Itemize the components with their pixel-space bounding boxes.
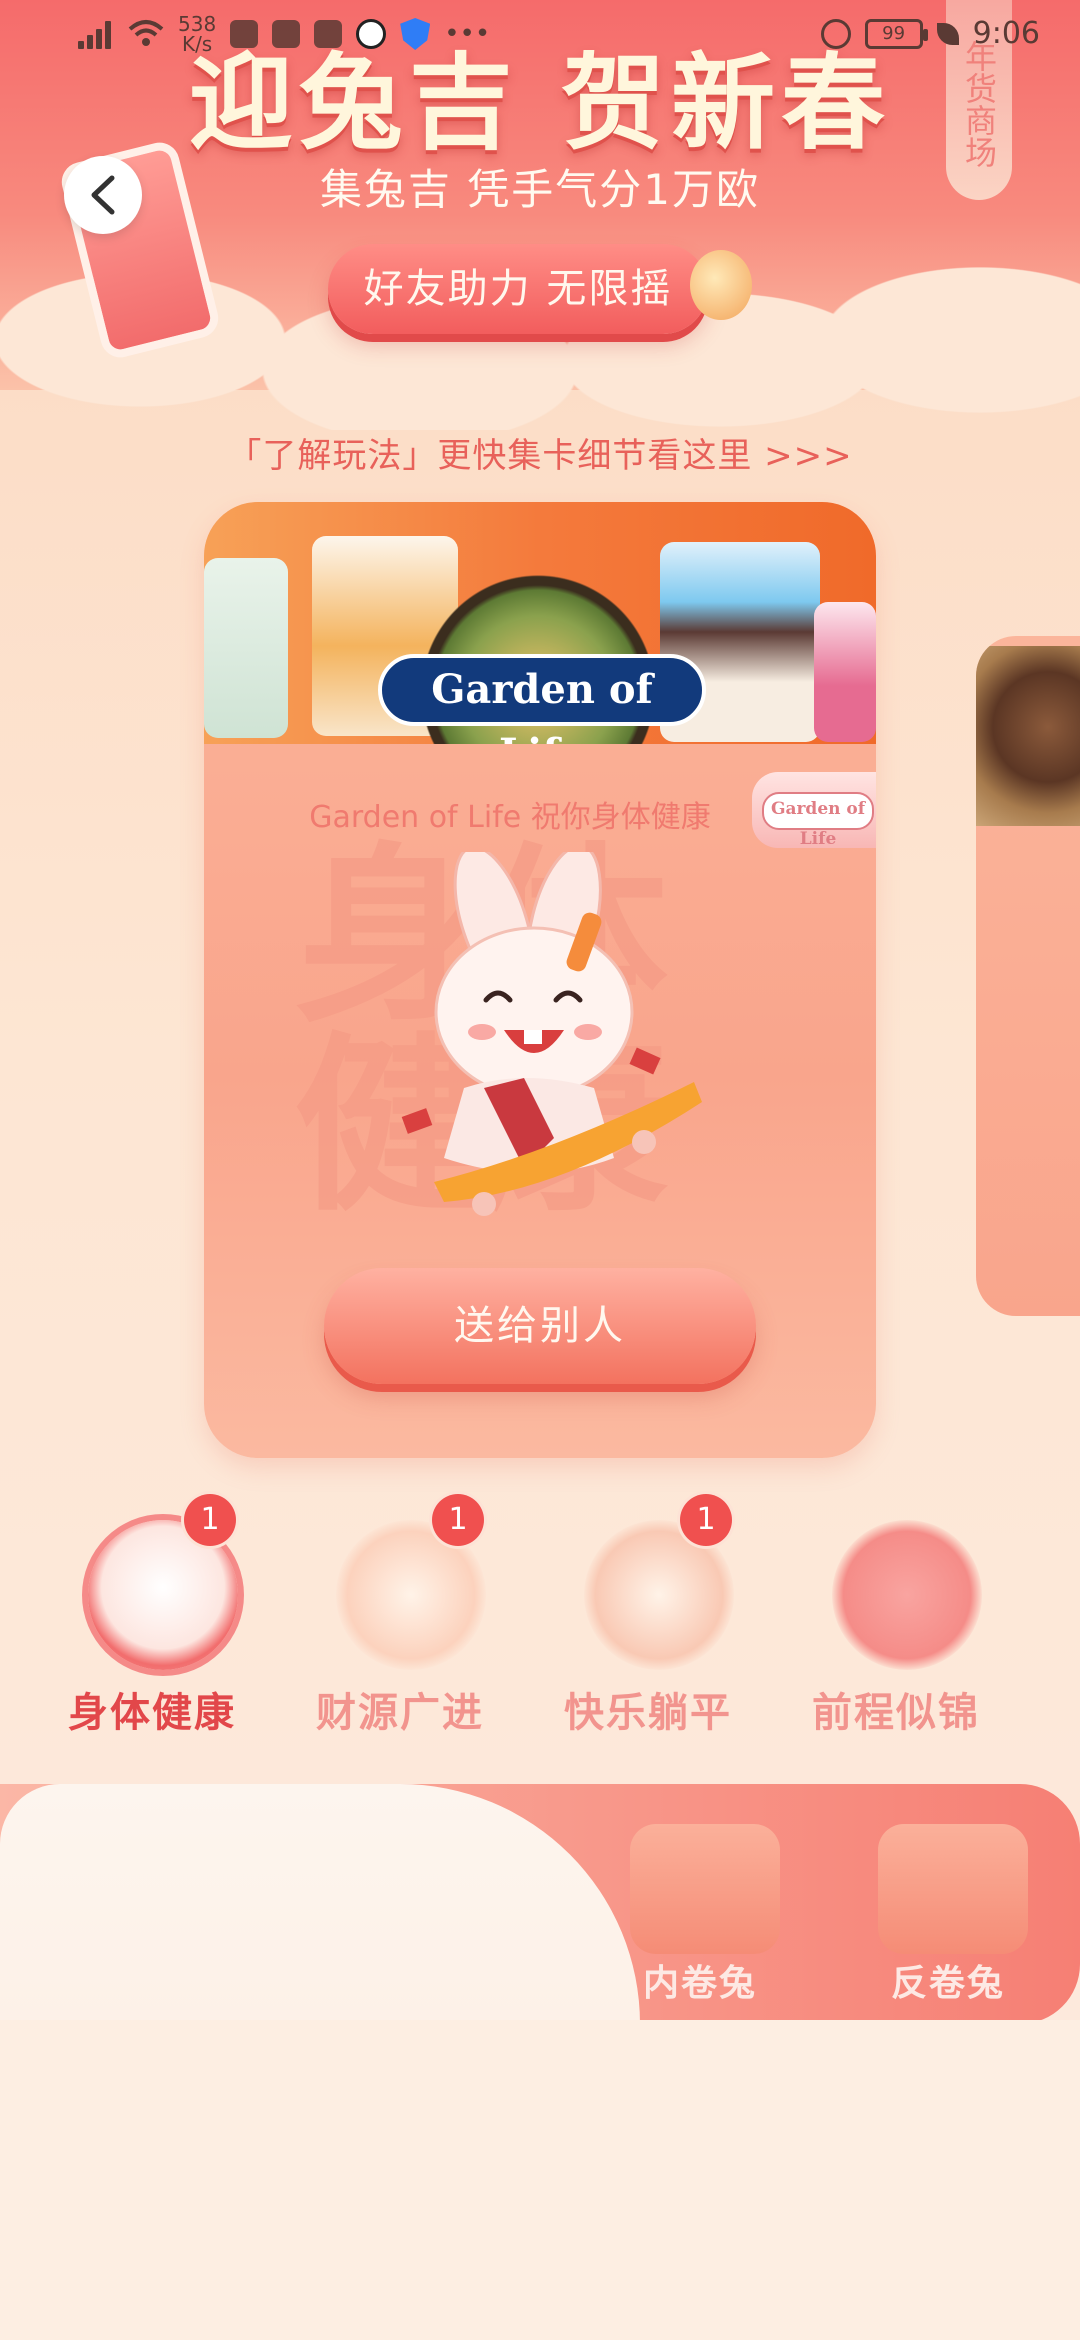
- qq-icon: [356, 19, 387, 49]
- wish-tab-future[interactable]: 前程似锦: [796, 1490, 996, 1750]
- bottom-mode-section: 内卷兔 反卷兔: [0, 1784, 1080, 2084]
- leaf-icon: [936, 22, 959, 45]
- send-to-others-button[interactable]: 送给别人: [324, 1268, 756, 1384]
- mode-card-involution[interactable]: 内卷兔: [620, 1824, 780, 2004]
- wish-tab-relax[interactable]: 1 快乐躺平: [548, 1490, 748, 1750]
- count-badge: 1: [184, 1494, 236, 1546]
- page: 迎兔吉 贺新春 集兔吉 凭手气分1万欧 好友助力 无限摇 年货商场 538 K/…: [0, 0, 1080, 2340]
- wish-card: Garden of Life Garden of Life 祝你身体健康 Gar…: [204, 502, 876, 1458]
- brand-tag-logo: Garden of Life: [762, 792, 874, 849]
- wish-tab-wealth[interactable]: 1 财源广进: [300, 1490, 500, 1750]
- signal-icon: [78, 19, 114, 49]
- peek-card-image: [976, 646, 1080, 826]
- brand-banner: Garden of Life: [204, 502, 876, 744]
- bottom-fill: [0, 2020, 1080, 2340]
- brand-logo: Garden of Life: [378, 654, 706, 744]
- count-badge: 1: [680, 1494, 732, 1546]
- bunny-skateboard-illustration: [401, 852, 702, 1216]
- count-badge: 1: [432, 1494, 484, 1546]
- wish-tab-health[interactable]: 1 身体健康: [52, 1490, 252, 1750]
- product-jar-green: [204, 558, 288, 738]
- alarm-icon: [820, 18, 851, 49]
- calendar-icon: [272, 20, 301, 48]
- page-subtitle: 集兔吉 凭手气分1万欧: [319, 165, 761, 214]
- status-time: 9:06: [972, 16, 1040, 51]
- mode-card-anti-involution[interactable]: 反卷兔: [868, 1824, 1028, 2004]
- chevron-left-icon: [91, 175, 115, 215]
- more-icon: •••: [444, 19, 491, 49]
- mini-bunny-icon: [690, 250, 752, 320]
- wifi-icon: [128, 20, 164, 46]
- shield-icon: [400, 18, 431, 50]
- wish-tabs: 1 身体健康 1 财源广进 1 快乐躺平 前程似锦: [0, 1490, 1080, 1750]
- status-bar: 538 K/s ••• 99 9:06: [0, 0, 1080, 72]
- wish-tab-label: 财源广进: [316, 1690, 484, 1736]
- back-button[interactable]: [64, 156, 142, 234]
- future-bunny-icon: [832, 1520, 982, 1670]
- share-boost-button[interactable]: 好友助力 无限摇: [328, 244, 708, 334]
- network-speed: 538 K/s: [178, 12, 217, 56]
- rules-link[interactable]: 「了解玩法」更快集卡细节看这里 >>>: [0, 428, 1080, 477]
- app-notification-icon: [314, 20, 343, 48]
- wish-tab-label: 快乐躺平: [564, 1690, 732, 1736]
- mode-label: 内卷兔: [642, 1963, 757, 2004]
- chat-icon: [230, 20, 259, 48]
- battery-icon: 99: [864, 18, 928, 49]
- next-card-peek[interactable]: [976, 636, 1080, 1316]
- anti-involution-bunny-icon: [878, 1824, 1028, 1954]
- involution-bunny-icon: [630, 1824, 780, 1954]
- brand-tag: Garden of Life: [752, 772, 876, 849]
- wish-tab-label: 身体健康: [68, 1690, 236, 1736]
- product-jar-pink: [814, 602, 876, 742]
- wish-tab-label: 前程似锦: [812, 1690, 980, 1736]
- mode-label: 反卷兔: [890, 1963, 1005, 2004]
